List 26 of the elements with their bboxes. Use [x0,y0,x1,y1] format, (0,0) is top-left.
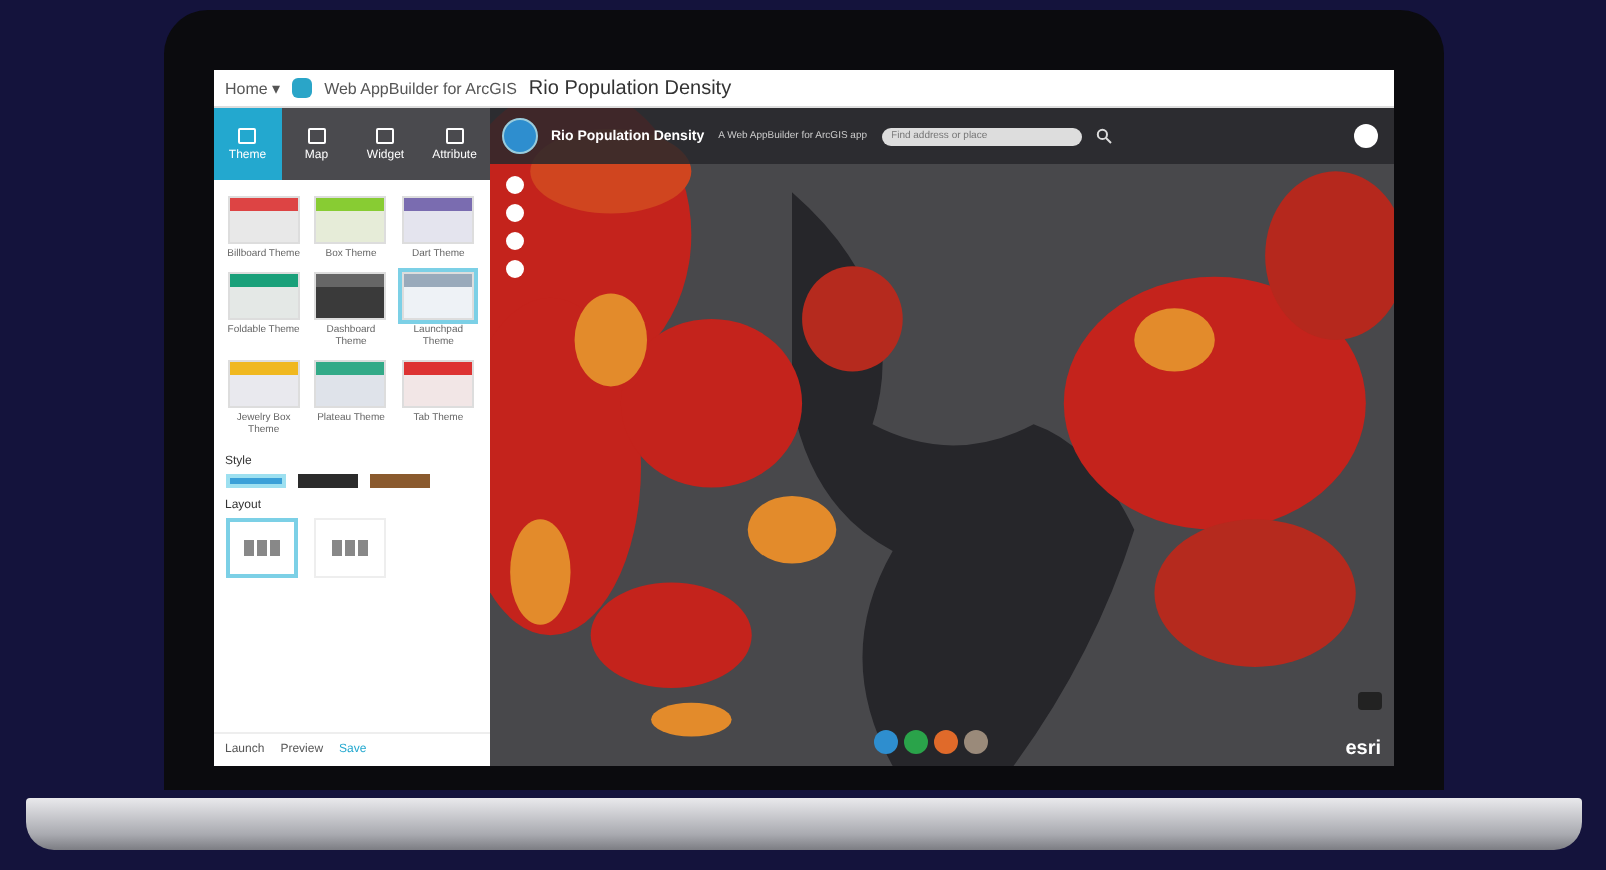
layout-option[interactable] [225,518,297,578]
theme-thumbnail [402,272,475,320]
panel-icon [307,127,326,143]
theme-thumbnail [227,272,300,320]
style-swatch[interactable] [297,474,357,488]
layout-preview-icon [329,536,369,560]
panel-icon [445,127,464,143]
theme-thumbnail [402,360,475,408]
panel-icon [376,127,395,143]
theme-thumbnail [402,196,475,244]
app-logo-icon [292,78,313,98]
app-title: Rio Population Density [528,77,732,99]
search-icon[interactable] [1095,128,1112,144]
product-name: Web AppBuilder for ArcGIS [324,79,517,97]
layout-preview-icon [241,536,281,560]
esri-logo: esri [1345,738,1381,760]
app-icon [501,118,537,154]
theme-thumbnail [314,272,387,320]
home-menu[interactable]: Home ▾ [225,79,281,97]
style-swatch[interactable] [369,474,429,488]
style-swatch[interactable] [225,474,285,488]
theme-thumbnail [314,196,387,244]
theme-thumbnail [314,360,387,408]
theme-thumbnail [227,360,300,408]
theme-thumbnail [227,196,300,244]
panel-icon [238,127,257,143]
